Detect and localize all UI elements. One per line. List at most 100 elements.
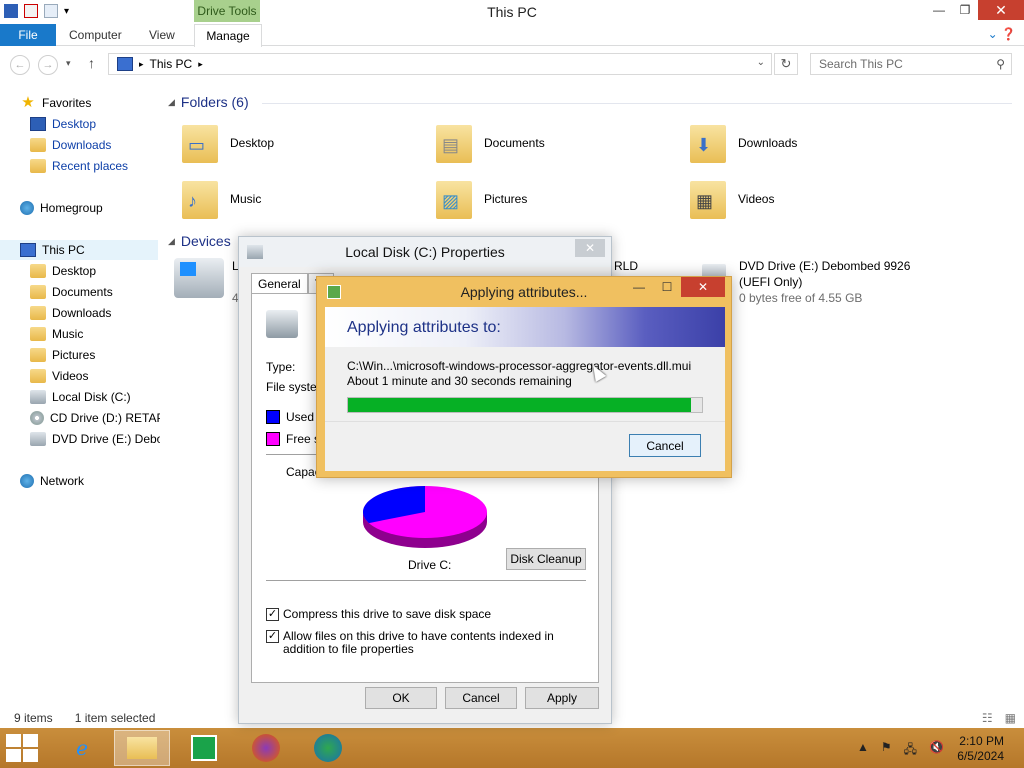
show-hidden-icons-icon[interactable]: ▲ — [857, 740, 869, 761]
collapse-icon[interactable]: ◢ — [168, 236, 175, 247]
tab-manage[interactable]: Manage — [194, 24, 262, 47]
properties-cancel-button[interactable]: Cancel — [445, 687, 517, 709]
up-button[interactable]: ↑ — [88, 55, 95, 71]
this-pc-icon — [117, 57, 133, 71]
item-count: 9 items — [14, 711, 53, 725]
close-button[interactable]: ✕ — [978, 0, 1024, 20]
network-icon — [20, 474, 34, 488]
action-center-flag-icon[interactable]: ⚑ — [881, 740, 892, 761]
volume-muted-icon[interactable]: 🔇 — [929, 740, 944, 761]
internet-explorer-icon[interactable]: ℯ — [54, 730, 110, 766]
firefox-icon[interactable] — [238, 730, 294, 766]
local-disk-drive-icon — [174, 258, 224, 298]
disk-cleanup-button[interactable]: Disk Cleanup — [506, 548, 586, 570]
breadcrumb-this-pc[interactable]: This PC — [150, 57, 193, 71]
tab-view[interactable]: View — [149, 28, 175, 42]
ok-button[interactable]: OK — [365, 687, 437, 709]
folder-videos[interactable]: ▦ Videos — [688, 174, 928, 224]
minimize-button[interactable]: — — [926, 0, 952, 20]
music-folder-icon: ♪ — [180, 177, 220, 221]
folder-documents[interactable]: ▤ Documents — [434, 118, 674, 168]
tab-computer[interactable]: Computer — [69, 28, 122, 42]
nav-pc-downloads[interactable]: Downloads — [30, 303, 111, 323]
search-icon: ⚲ — [996, 57, 1005, 71]
maximize-button[interactable]: ☐ — [653, 277, 681, 297]
group-divider — [262, 103, 1012, 104]
progress-fill — [348, 398, 692, 412]
search-input[interactable]: Search This PC ⚲ — [810, 53, 1012, 75]
back-button[interactable]: ← — [10, 55, 30, 75]
system-tray: ▲ ⚑ 🖧 🔇 — [857, 740, 944, 761]
taskbar: ℯ ▲ ⚑ 🖧 🔇 2:10 PM 6/5/2024 — [0, 728, 1024, 768]
new-folder-icon[interactable] — [44, 4, 58, 18]
used-space-swatch — [266, 410, 280, 424]
help-icon[interactable]: ⌄ ❓ — [988, 27, 1016, 41]
nav-favorites[interactable]: ★ Favorites — [20, 93, 91, 113]
nav-pc-desktop[interactable]: Desktop — [30, 261, 96, 281]
nav-dvd-drive[interactable]: DVD Drive (E:) Debom — [30, 429, 160, 449]
restore-button[interactable]: ❐ — [952, 0, 978, 20]
videos-folder-icon: ▦ — [688, 177, 728, 221]
device-local-disk[interactable]: L 4 — [174, 258, 239, 306]
nav-pc-videos[interactable]: Videos — [30, 366, 88, 386]
folder-desktop[interactable]: ▭ Desktop — [180, 118, 420, 168]
time-remaining: About 1 minute and 30 seconds remaining — [347, 374, 572, 388]
properties-icon[interactable] — [24, 4, 38, 18]
local-disk-icon — [30, 390, 46, 404]
recent-locations-icon[interactable]: ▾ — [66, 58, 71, 69]
file-explorer-icon[interactable] — [114, 730, 170, 766]
nav-cd-drive[interactable]: CD Drive (D:) RETAP — [30, 408, 160, 428]
progress-bar — [347, 397, 703, 413]
breadcrumb-arrow-icon[interactable]: ▸ — [139, 59, 144, 70]
download-manager-icon[interactable] — [300, 730, 356, 766]
nav-pc-documents[interactable]: Documents — [30, 282, 113, 302]
details-view-icon[interactable]: ☷ — [982, 711, 993, 725]
store-icon[interactable] — [176, 730, 232, 766]
applying-cancel-button[interactable]: Cancel — [629, 434, 701, 457]
recent-places-icon — [30, 159, 46, 173]
folders-group-header[interactable]: ◢ Folders (6) — [168, 94, 249, 110]
address-bar[interactable]: ▸ This PC ▸ ⌄ — [108, 53, 772, 75]
applying-title-bar: Applying attributes... — ☐ ✕ — [317, 277, 731, 307]
selection-count: 1 item selected — [74, 711, 156, 725]
customize-qat-icon[interactable]: ▾ — [64, 6, 69, 17]
window-title: This PC — [487, 4, 537, 20]
nav-pc-music[interactable]: Music — [30, 324, 83, 344]
drive-caption: Drive C: — [408, 558, 452, 572]
checkmark-icon[interactable]: ✓ — [266, 608, 279, 621]
nav-fav-recent-places[interactable]: Recent places — [30, 156, 128, 176]
devices-group-header[interactable]: ◢ Devices — [168, 233, 231, 249]
file-tab[interactable]: File — [0, 24, 56, 46]
folder-music[interactable]: ♪ Music — [180, 174, 420, 224]
minimize-button[interactable]: — — [625, 277, 653, 297]
breadcrumb-arrow-icon[interactable]: ▸ — [198, 59, 203, 70]
apply-button[interactable]: Apply — [525, 687, 599, 709]
nav-local-disk[interactable]: Local Disk (C:) — [30, 387, 131, 407]
start-button[interactable] — [6, 734, 38, 762]
desktop-folder-icon: ▭ — [180, 121, 220, 165]
folder-downloads[interactable]: ⬇ Downloads — [688, 118, 928, 168]
forward-button[interactable]: → — [38, 55, 58, 75]
collapse-icon[interactable]: ◢ — [168, 97, 175, 108]
nav-homegroup[interactable]: Homegroup — [20, 198, 103, 218]
refresh-button[interactable]: ↻ — [774, 53, 798, 75]
nav-network[interactable]: Network — [20, 471, 84, 491]
close-button[interactable]: ✕ — [681, 277, 725, 297]
computer-icon — [4, 4, 18, 18]
allow-indexing-checkbox[interactable]: ✓ Allow files on this drive to have cont… — [266, 630, 586, 656]
compress-drive-checkbox[interactable]: ✓ Compress this drive to save disk space — [266, 608, 586, 621]
network-tray-icon[interactable]: 🖧 — [904, 740, 917, 761]
large-icons-view-icon[interactable]: ▦ — [1005, 711, 1016, 725]
address-dropdown-icon[interactable]: ⌄ — [757, 57, 765, 68]
device-cd-label[interactable]: RLD — [614, 259, 638, 273]
checkmark-icon[interactable]: ✓ — [266, 630, 279, 643]
folder-pictures[interactable]: ▨ Pictures — [434, 174, 674, 224]
desktop-icon — [30, 117, 46, 131]
tab-general[interactable]: General — [251, 273, 308, 294]
nav-pc-pictures[interactable]: Pictures — [30, 345, 95, 365]
properties-close-button[interactable]: ✕ — [575, 239, 605, 257]
clock[interactable]: 2:10 PM 6/5/2024 — [957, 734, 1004, 764]
nav-fav-downloads[interactable]: Downloads — [30, 135, 111, 155]
nav-fav-desktop[interactable]: Desktop — [30, 114, 96, 134]
nav-this-pc[interactable]: This PC — [0, 240, 158, 260]
